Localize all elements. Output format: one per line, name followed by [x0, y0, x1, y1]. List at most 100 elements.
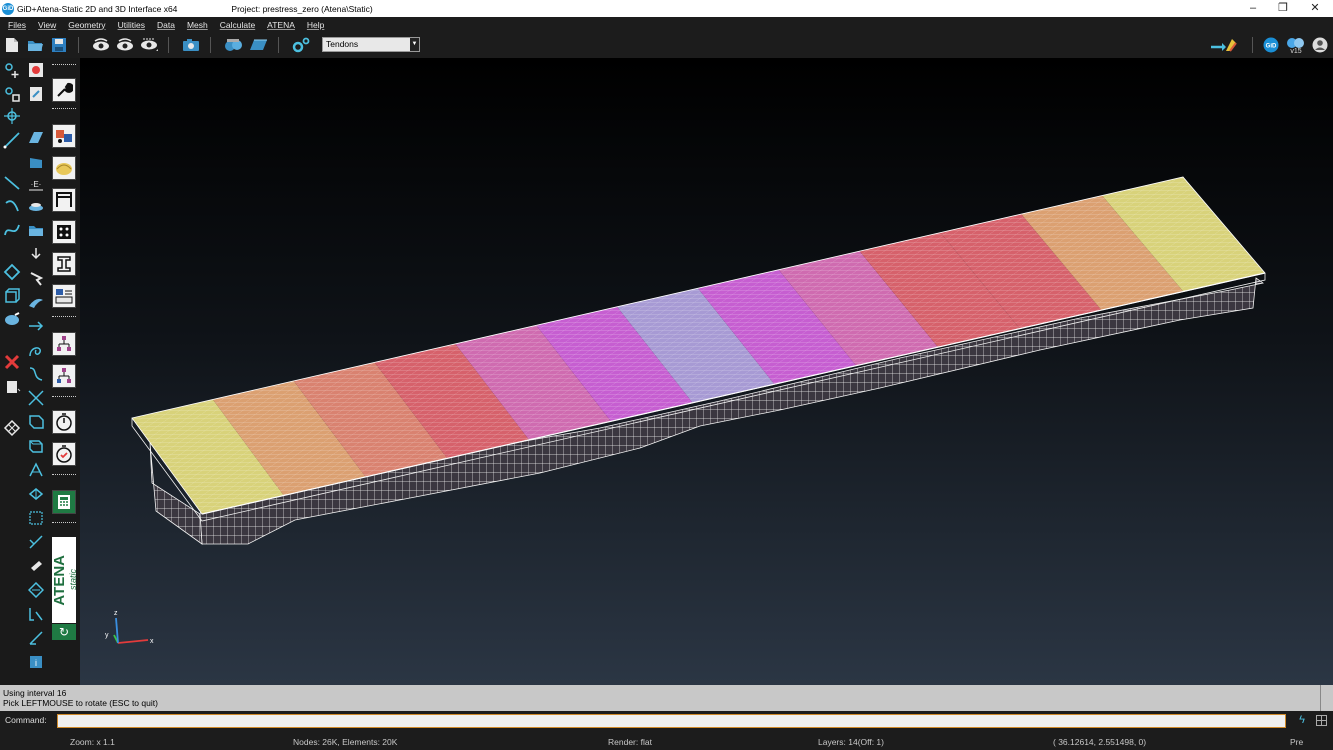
diamond-mesh-icon[interactable]: [26, 580, 46, 600]
split-icon[interactable]: [26, 532, 46, 552]
frame-section-icon[interactable]: [52, 188, 76, 212]
menu-data[interactable]: Data: [151, 20, 181, 30]
delete-icon[interactable]: [2, 352, 22, 372]
surface-icon[interactable]: [2, 262, 22, 282]
menu-calculate[interactable]: Calculate: [214, 20, 261, 30]
3d-viewport[interactable]: x y z: [80, 58, 1333, 685]
hierarchy-icon[interactable]: [52, 332, 76, 356]
refresh-icon[interactable]: ↻: [52, 624, 76, 640]
atena-logo-text: ATENA: [50, 554, 68, 606]
chevron-down-icon[interactable]: ▼: [410, 38, 419, 51]
toolbar-separator: [168, 37, 169, 53]
minimize-button[interactable]: –: [1236, 0, 1270, 17]
move-icon[interactable]: [2, 106, 22, 126]
spline-icon[interactable]: [2, 220, 22, 240]
curve-loop-icon[interactable]: [26, 340, 46, 360]
wing-icon[interactable]: [26, 292, 46, 312]
point-load-icon[interactable]: [26, 244, 46, 264]
status-layers[interactable]: Layers: 14(Off: 1): [818, 737, 884, 747]
intersect-icon[interactable]: [26, 388, 46, 408]
message-scrollbar[interactable]: [1320, 685, 1333, 711]
menu-files[interactable]: Files: [2, 20, 32, 30]
menu-view[interactable]: View: [32, 20, 62, 30]
straight-line-icon[interactable]: [2, 172, 22, 192]
volume-icon[interactable]: [2, 286, 22, 306]
restore-button[interactable]: ❐: [1266, 0, 1300, 17]
settings-gears-icon[interactable]: [292, 36, 310, 54]
copy-icon[interactable]: [2, 376, 22, 396]
menu-mesh[interactable]: Mesh: [181, 20, 214, 30]
stopwatch-icon[interactable]: [52, 410, 76, 434]
boundary-icon[interactable]: [26, 604, 46, 624]
axis-triad: x y z: [105, 610, 154, 645]
open-folder-icon[interactable]: [26, 36, 44, 54]
curve-arrow-icon[interactable]: [26, 364, 46, 384]
calculator-icon[interactable]: [52, 490, 76, 514]
i-beam-icon[interactable]: [52, 252, 76, 276]
rotate-eye-icon[interactable]: [92, 36, 110, 54]
corner-icon[interactable]: [26, 628, 46, 648]
cross-section-icon[interactable]: [52, 220, 76, 244]
direction-arrow-icon[interactable]: [26, 316, 46, 336]
lightning-icon[interactable]: ϟ: [1296, 714, 1308, 728]
screenshot-camera-icon[interactable]: [182, 36, 200, 54]
create-point-icon[interactable]: [2, 60, 22, 80]
title-bar: GiD GiD+Atena-Static 2D and 3D Interface…: [0, 0, 1333, 17]
surface-mesh-icon[interactable]: [26, 128, 46, 148]
info-icon[interactable]: i: [26, 652, 46, 672]
reinforcement-icon[interactable]: [52, 284, 76, 308]
sphere-icon[interactable]: [2, 310, 22, 330]
axis-x-label: x: [150, 638, 154, 645]
solid-icon[interactable]: [26, 436, 46, 456]
element-e-icon[interactable]: ·E·: [26, 174, 46, 194]
menu-geometry[interactable]: Geometry: [62, 20, 111, 30]
arc-icon[interactable]: [2, 196, 22, 216]
menu-atena[interactable]: ATENA: [261, 20, 301, 30]
create-node-icon[interactable]: [2, 84, 22, 104]
pan-eye-icon[interactable]: [116, 36, 134, 54]
window-title: GiD+Atena-Static 2D and 3D Interface x64: [17, 3, 178, 14]
folder-data-icon[interactable]: [26, 220, 46, 240]
status-zoom: Zoom: x 1.1: [70, 737, 115, 747]
layer-select-dropdown[interactable]: Tendons ▼: [322, 37, 420, 52]
gid-logo-icon[interactable]: GiD: [1262, 36, 1280, 54]
pre-post-switch-icon[interactable]: [1210, 36, 1238, 54]
create-line-icon[interactable]: [2, 130, 22, 150]
assign-surface-icon[interactable]: [26, 152, 46, 172]
deck-mesh-lines: [132, 177, 1265, 514]
menu-utilities[interactable]: Utilities: [112, 20, 151, 30]
rotate-object-icon[interactable]: [26, 556, 46, 576]
toolbar-grip: [52, 396, 76, 398]
support-icon[interactable]: [26, 268, 46, 288]
edit-page-icon[interactable]: [26, 84, 46, 104]
stopwatch-check-icon[interactable]: [52, 442, 76, 466]
close-button[interactable]: ✕: [1298, 0, 1332, 17]
shell-icon[interactable]: [52, 156, 76, 180]
menu-bar: Files View Geometry Utilities Data Mesh …: [0, 17, 1333, 32]
render-mode-icon[interactable]: [224, 36, 242, 54]
extrude-icon[interactable]: [26, 484, 46, 504]
hierarchy-detail-icon[interactable]: [52, 364, 76, 388]
version-badge-icon[interactable]: v15: [1285, 36, 1307, 54]
status-mode[interactable]: Pre: [1290, 737, 1303, 747]
select-region-icon[interactable]: [26, 508, 46, 528]
mesh-tool-icon[interactable]: [2, 418, 22, 438]
surface-render-icon[interactable]: [250, 36, 268, 54]
user-account-icon[interactable]: [1311, 36, 1329, 54]
command-input[interactable]: [57, 714, 1286, 728]
save-icon[interactable]: [50, 36, 68, 54]
status-render: Render: flat: [608, 737, 652, 747]
new-file-icon[interactable]: [3, 36, 21, 54]
toolbar-grip: [52, 522, 76, 524]
main-toolbar: GiD v15: [0, 32, 1333, 58]
layer-stack-icon[interactable]: [26, 196, 46, 216]
grid-toggle-icon[interactable]: [1316, 715, 1327, 726]
data-toolbar: ·E· i: [24, 58, 48, 685]
sweep-icon[interactable]: [26, 460, 46, 480]
view-eye-dropdown-icon[interactable]: [140, 36, 158, 54]
menu-help[interactable]: Help: [301, 20, 330, 30]
contact-surface-icon[interactable]: [26, 412, 46, 432]
record-icon[interactable]: [26, 60, 46, 80]
wrench-icon[interactable]: [52, 78, 76, 102]
material-icon[interactable]: [52, 124, 76, 148]
